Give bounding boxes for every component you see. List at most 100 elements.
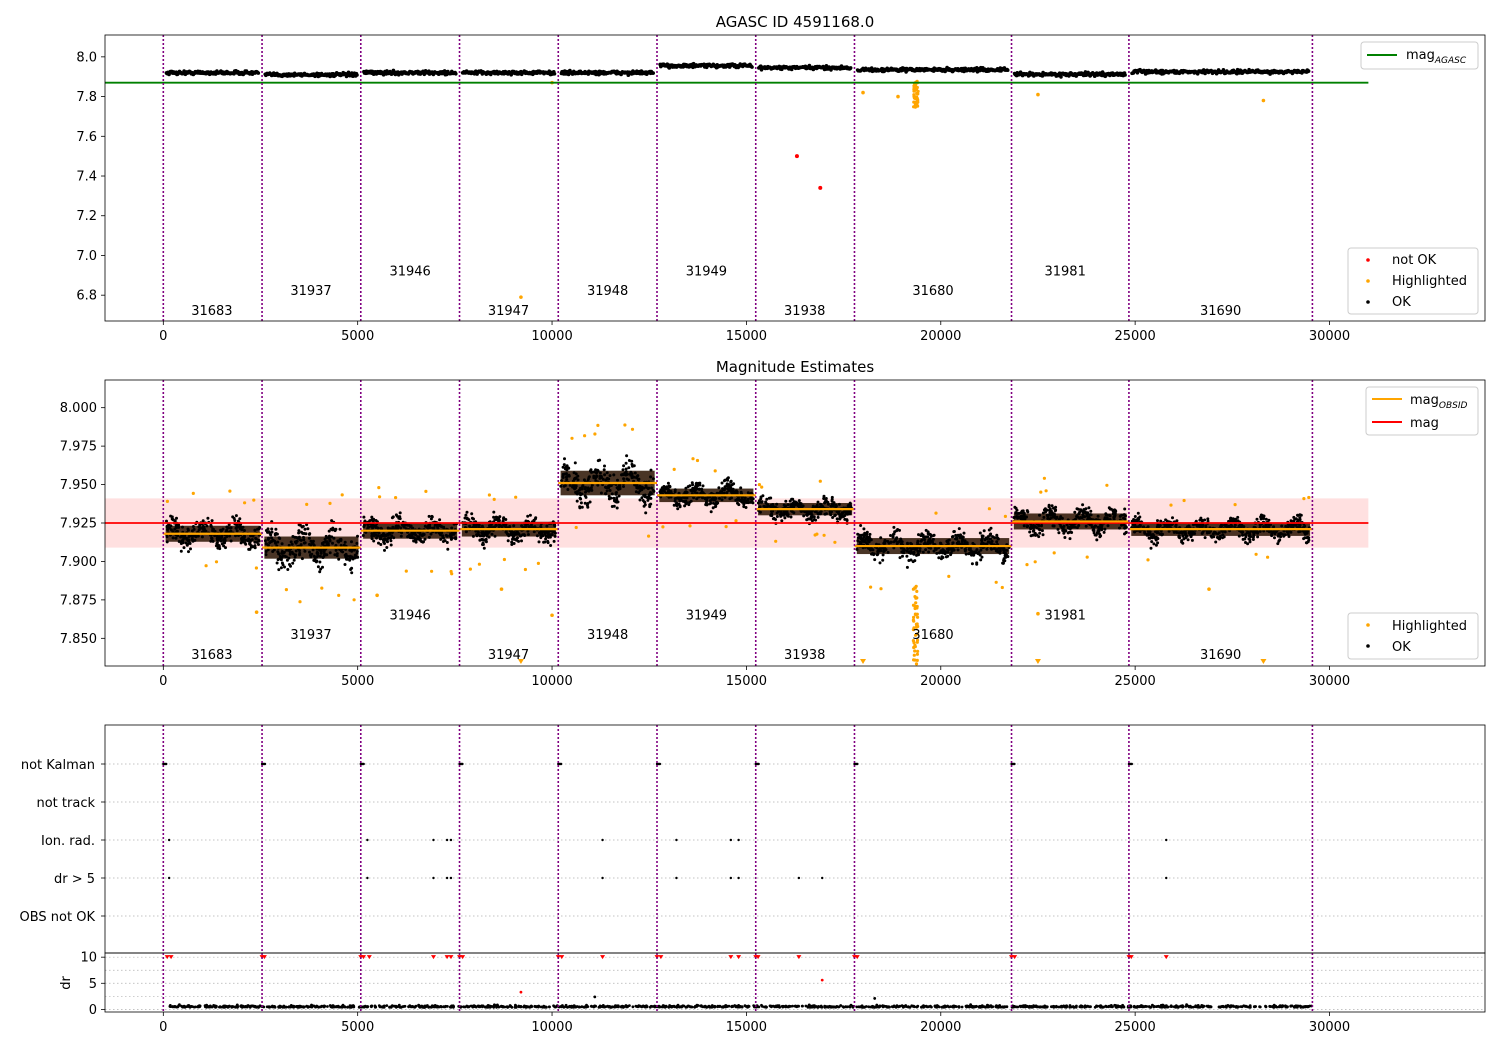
ok-point: [1063, 536, 1067, 539]
ok-point: [379, 537, 383, 541]
ok-point: [963, 549, 967, 553]
ok-point: [1123, 73, 1127, 77]
ok-point: [304, 532, 308, 536]
ok-point: [599, 491, 603, 495]
ok-point: [278, 537, 282, 540]
ok-point: [253, 528, 257, 532]
ok-point: [604, 485, 607, 489]
ok-point: [335, 552, 339, 556]
ok-point: [362, 525, 366, 529]
ok-point: [1089, 513, 1093, 517]
ok-point: [1087, 516, 1091, 520]
ok-point: [1244, 541, 1247, 544]
ok-point: [775, 511, 779, 515]
ok-point: [780, 519, 784, 523]
ok-point: [1064, 529, 1068, 533]
ok-point: [1096, 514, 1100, 518]
ok-point: [1050, 504, 1054, 508]
ok-point: [1123, 532, 1126, 536]
ok-point: [276, 540, 280, 544]
ok-point: [350, 540, 353, 544]
ok-point: [848, 501, 852, 505]
ok-point: [642, 486, 646, 490]
ok-point: [782, 512, 786, 516]
ok-point: [235, 526, 239, 529]
ok-point: [182, 546, 186, 550]
ok-point: [477, 523, 481, 527]
ok-point: [438, 518, 442, 522]
ok-point: [341, 550, 345, 554]
ok-point: [643, 503, 647, 507]
ok-point: [734, 489, 738, 493]
ok-point: [881, 553, 885, 557]
ok-point: [722, 487, 726, 491]
ok-point: [712, 501, 715, 505]
ok-point: [779, 514, 783, 518]
ok-point: [610, 505, 614, 508]
ok-point: [642, 493, 646, 497]
ok-point: [1187, 531, 1191, 535]
ok-point: [989, 526, 993, 530]
ok-point: [678, 499, 682, 503]
ok-point: [563, 467, 567, 471]
ok-point: [409, 525, 413, 529]
ok-point: [539, 525, 543, 528]
ok-point: [957, 527, 961, 531]
ok-point: [470, 512, 474, 516]
ok-point: [524, 519, 528, 523]
ok-point: [985, 547, 989, 551]
highlighted-point: [916, 92, 920, 96]
ok-point: [740, 500, 744, 504]
ok-point: [307, 536, 311, 540]
ok-point: [822, 496, 826, 500]
ok-point: [187, 550, 190, 554]
ok-point: [902, 548, 906, 552]
ok-point: [802, 514, 806, 518]
ok-point: [782, 503, 786, 507]
ok-point: [351, 557, 355, 561]
ok-point: [215, 542, 219, 545]
ok-point: [1019, 517, 1023, 521]
ok-point: [1109, 507, 1113, 511]
ok-point: [614, 492, 618, 496]
ok-point: [739, 486, 743, 490]
highlighted-point: [1033, 560, 1037, 564]
ok-point: [302, 541, 306, 545]
highlighted-point: [912, 84, 916, 88]
ok-point: [1147, 536, 1151, 540]
highlighted-point: [1003, 514, 1008, 519]
ok-point: [982, 529, 986, 533]
highlighted-point: [1052, 551, 1056, 555]
ok-point: [975, 548, 979, 552]
ok-point: [497, 524, 501, 528]
ok-point: [273, 533, 277, 537]
ok-point: [1179, 531, 1182, 534]
ok-point: [1006, 555, 1010, 559]
ok-point: [285, 548, 289, 552]
ok-point: [794, 500, 798, 504]
ok-point: [921, 534, 925, 538]
ok-point: [528, 513, 532, 517]
obsid-label: 31946: [389, 264, 430, 279]
ok-point: [1123, 507, 1127, 511]
ok-point: [1258, 529, 1262, 533]
ok-point: [595, 474, 599, 478]
ok-point: [620, 473, 623, 477]
highlighted-point: [734, 519, 738, 523]
ok-point: [464, 530, 468, 534]
ok-point: [1038, 531, 1042, 535]
ok-point: [386, 540, 389, 544]
ok-point: [916, 549, 920, 553]
ok-point: [937, 556, 941, 560]
ok-point: [561, 473, 565, 476]
ok-point: [563, 484, 567, 487]
ok-point: [266, 538, 270, 541]
ok-point: [449, 534, 453, 538]
ok-point: [763, 505, 767, 509]
ok-point: [433, 523, 437, 527]
ok-point: [1019, 511, 1023, 515]
ok-point: [970, 562, 974, 566]
ok-point: [392, 536, 396, 540]
ok-point: [463, 516, 467, 520]
ok-point: [201, 519, 205, 523]
